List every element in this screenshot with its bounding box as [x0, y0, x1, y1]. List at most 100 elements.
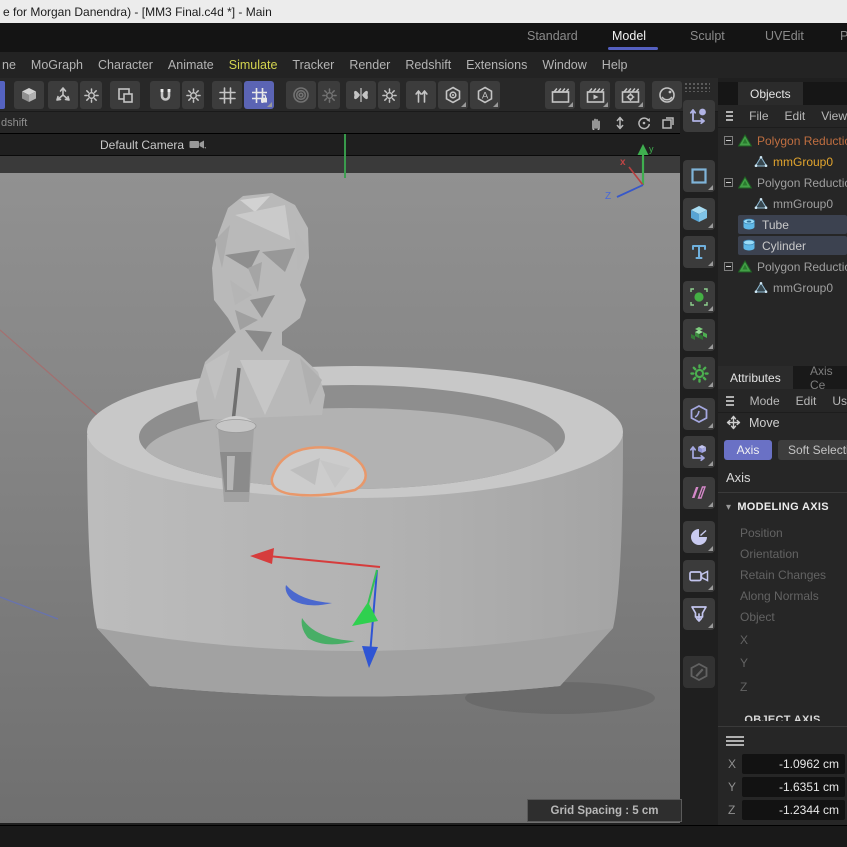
- coordinate-z-field[interactable]: -1.2344 cm: [742, 800, 845, 820]
- soft-selection-button[interactable]: Soft Selection: [778, 440, 847, 460]
- menu-item-redshift[interactable]: Redshift: [405, 58, 451, 72]
- tree-row[interactable]: mmGroup0: [718, 151, 847, 172]
- extrude-arrows-button[interactable]: [406, 81, 436, 109]
- rings-settings-button[interactable]: [318, 81, 340, 109]
- rectangle-spline-icon: [690, 167, 708, 185]
- axis-cube-button[interactable]: [683, 436, 715, 468]
- symmetry-icon: [689, 483, 709, 503]
- tree-row-selected[interactable]: Cylinder: [718, 235, 847, 256]
- hexagon-a-button[interactable]: A: [470, 81, 500, 109]
- axis-modify-button[interactable]: [48, 81, 78, 109]
- collapse-icon[interactable]: [724, 262, 733, 271]
- magnet-snap-button[interactable]: [150, 81, 180, 109]
- attributes-menu-row: Mode Edit Us: [718, 390, 847, 413]
- tab-attributes[interactable]: Attributes: [718, 366, 793, 389]
- mesh-group-icon: [754, 281, 768, 294]
- render-view-button[interactable]: [545, 81, 575, 109]
- dolly-icon[interactable]: [611, 114, 628, 131]
- tree-row[interactable]: Polygon Reduction: [718, 256, 847, 277]
- tree-row[interactable]: mmGroup0: [718, 277, 847, 298]
- tab-p-cut[interactable]: P: [840, 29, 847, 43]
- tree-row[interactable]: Polygon Reduction: [718, 172, 847, 193]
- menu-item-window[interactable]: Window: [542, 58, 586, 72]
- axis-mode-button[interactable]: Axis: [724, 440, 772, 460]
- symmetry-button[interactable]: [683, 477, 715, 509]
- menu-item-animate[interactable]: Animate: [168, 58, 214, 72]
- attr-menu-mode[interactable]: Mode: [750, 394, 780, 408]
- objects-hamburger-icon[interactable]: [726, 109, 733, 123]
- menu-bar: ne MoGraph Character Animate Simulate Tr…: [0, 52, 847, 78]
- text-button[interactable]: [683, 236, 715, 268]
- objects-menu-edit[interactable]: Edit: [785, 109, 806, 123]
- snap-settings-button[interactable]: [182, 81, 204, 109]
- tab-model[interactable]: Model: [612, 29, 646, 43]
- cube-primitive-icon: [689, 204, 709, 224]
- menu-item-extensions[interactable]: Extensions: [466, 58, 527, 72]
- axis-settings-button[interactable]: [80, 81, 102, 109]
- world-y-axis-line: [344, 134, 346, 178]
- viewport-3d-scene[interactable]: [0, 156, 680, 823]
- menu-item-cut[interactable]: ne: [2, 58, 16, 72]
- boole-button[interactable]: [683, 521, 715, 553]
- spline-pen-button[interactable]: [683, 100, 715, 132]
- hexagon-eye-button[interactable]: [438, 81, 468, 109]
- render-settings-button[interactable]: [615, 81, 645, 109]
- menu-item-help[interactable]: Help: [602, 58, 628, 72]
- simulation-gear-button[interactable]: [683, 357, 715, 389]
- menu-item-character[interactable]: Character: [98, 58, 153, 72]
- symmetry-settings-button[interactable]: [378, 81, 400, 109]
- tab-standard[interactable]: Standard: [527, 29, 578, 43]
- maximize-icon[interactable]: [659, 114, 676, 131]
- field-button[interactable]: [683, 281, 715, 313]
- camera-button[interactable]: [683, 560, 715, 592]
- tree-row[interactable]: Polygon Reduction: [718, 130, 847, 151]
- cut-toolbar-button[interactable]: [0, 81, 5, 109]
- modeling-axis-header[interactable]: ▾ MODELING AXIS: [726, 501, 829, 513]
- right-dock-panel: Objects File Edit View Polygon Reduction…: [718, 82, 847, 825]
- collapse-icon[interactable]: [724, 178, 733, 187]
- rotate-icon[interactable]: [635, 114, 652, 131]
- deformer-icon: [689, 404, 709, 424]
- material-button[interactable]: [683, 656, 715, 688]
- active-tab-underline: [608, 47, 658, 50]
- tree-row[interactable]: mmGroup0: [718, 193, 847, 214]
- objects-menu-row: File Edit View: [718, 105, 847, 128]
- camera-menu[interactable]: Default Camera: [100, 138, 206, 152]
- grid-quantize-button[interactable]: [212, 81, 242, 109]
- menu-item-simulate[interactable]: Simulate: [229, 58, 278, 72]
- tab-sculpt[interactable]: Sculpt: [690, 29, 725, 43]
- tab-objects[interactable]: Objects: [738, 82, 803, 105]
- render-play-button[interactable]: [580, 81, 610, 109]
- coordinates-hamburger-icon[interactable]: [726, 734, 744, 748]
- modeling-cube-button[interactable]: [14, 81, 44, 109]
- attributes-hamburger-icon[interactable]: [726, 394, 734, 408]
- coordinate-x-field[interactable]: -1.0962 cm: [742, 754, 845, 774]
- grid-lock-button[interactable]: [244, 81, 274, 109]
- objects-menu-view[interactable]: View: [821, 109, 847, 123]
- rings-button[interactable]: [286, 81, 316, 109]
- attr-menu-user[interactable]: Us: [832, 394, 847, 408]
- frame-button[interactable]: [110, 81, 140, 109]
- camera-label: Default Camera: [100, 138, 184, 152]
- objects-menu-file[interactable]: File: [749, 109, 768, 123]
- tab-axis-center[interactable]: Axis Ce: [806, 366, 847, 389]
- grid-quantize-icon: [219, 87, 236, 104]
- panel-drag-handle[interactable]: [684, 82, 710, 92]
- menu-item-tracker[interactable]: Tracker: [292, 58, 334, 72]
- viewport-header: Default Camera: [0, 133, 680, 156]
- attr-menu-edit[interactable]: Edit: [796, 394, 817, 408]
- menu-item-render[interactable]: Render: [349, 58, 390, 72]
- pan-hand-icon[interactable]: [587, 114, 604, 131]
- collapse-icon[interactable]: [724, 136, 733, 145]
- symmetry-butterfly-button[interactable]: [346, 81, 376, 109]
- cube-primitive-button[interactable]: [683, 198, 715, 230]
- interactive-render-button[interactable]: [652, 81, 682, 109]
- tab-uvedit[interactable]: UVEdit: [765, 29, 804, 43]
- tree-row-selected[interactable]: Tube: [718, 214, 847, 235]
- deformer-button[interactable]: [683, 398, 715, 430]
- menu-item-mograph[interactable]: MoGraph: [31, 58, 83, 72]
- rectangle-spline-button[interactable]: [683, 160, 715, 192]
- coordinate-y-field[interactable]: -1.6351 cm: [742, 777, 845, 797]
- floor-funnel-button[interactable]: [683, 598, 715, 630]
- volume-builder-button[interactable]: [683, 319, 715, 351]
